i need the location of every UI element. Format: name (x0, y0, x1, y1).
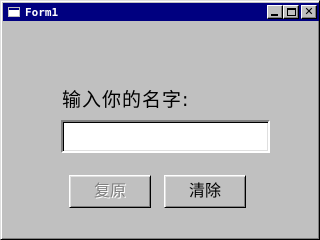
maximize-button[interactable] (283, 5, 299, 19)
name-input[interactable] (61, 120, 270, 153)
title-bar[interactable]: Form1 ✕ (3, 3, 319, 21)
clear-button[interactable]: 清除 (164, 175, 246, 208)
restore-button[interactable]: 复原 (69, 175, 151, 208)
close-icon: ✕ (304, 5, 314, 18)
maximize-icon (287, 8, 296, 16)
name-prompt-label: 输入你的名字: (62, 89, 190, 111)
minimize-icon (271, 14, 278, 16)
minimize-button[interactable] (267, 5, 283, 19)
form-icon[interactable] (7, 6, 21, 18)
window-title: Form1 (25, 5, 59, 19)
caption-buttons: ✕ (267, 5, 317, 19)
close-button[interactable]: ✕ (301, 5, 317, 19)
form1-window: Form1 ✕ 输入你的名字: 复原 清除 (0, 0, 320, 240)
